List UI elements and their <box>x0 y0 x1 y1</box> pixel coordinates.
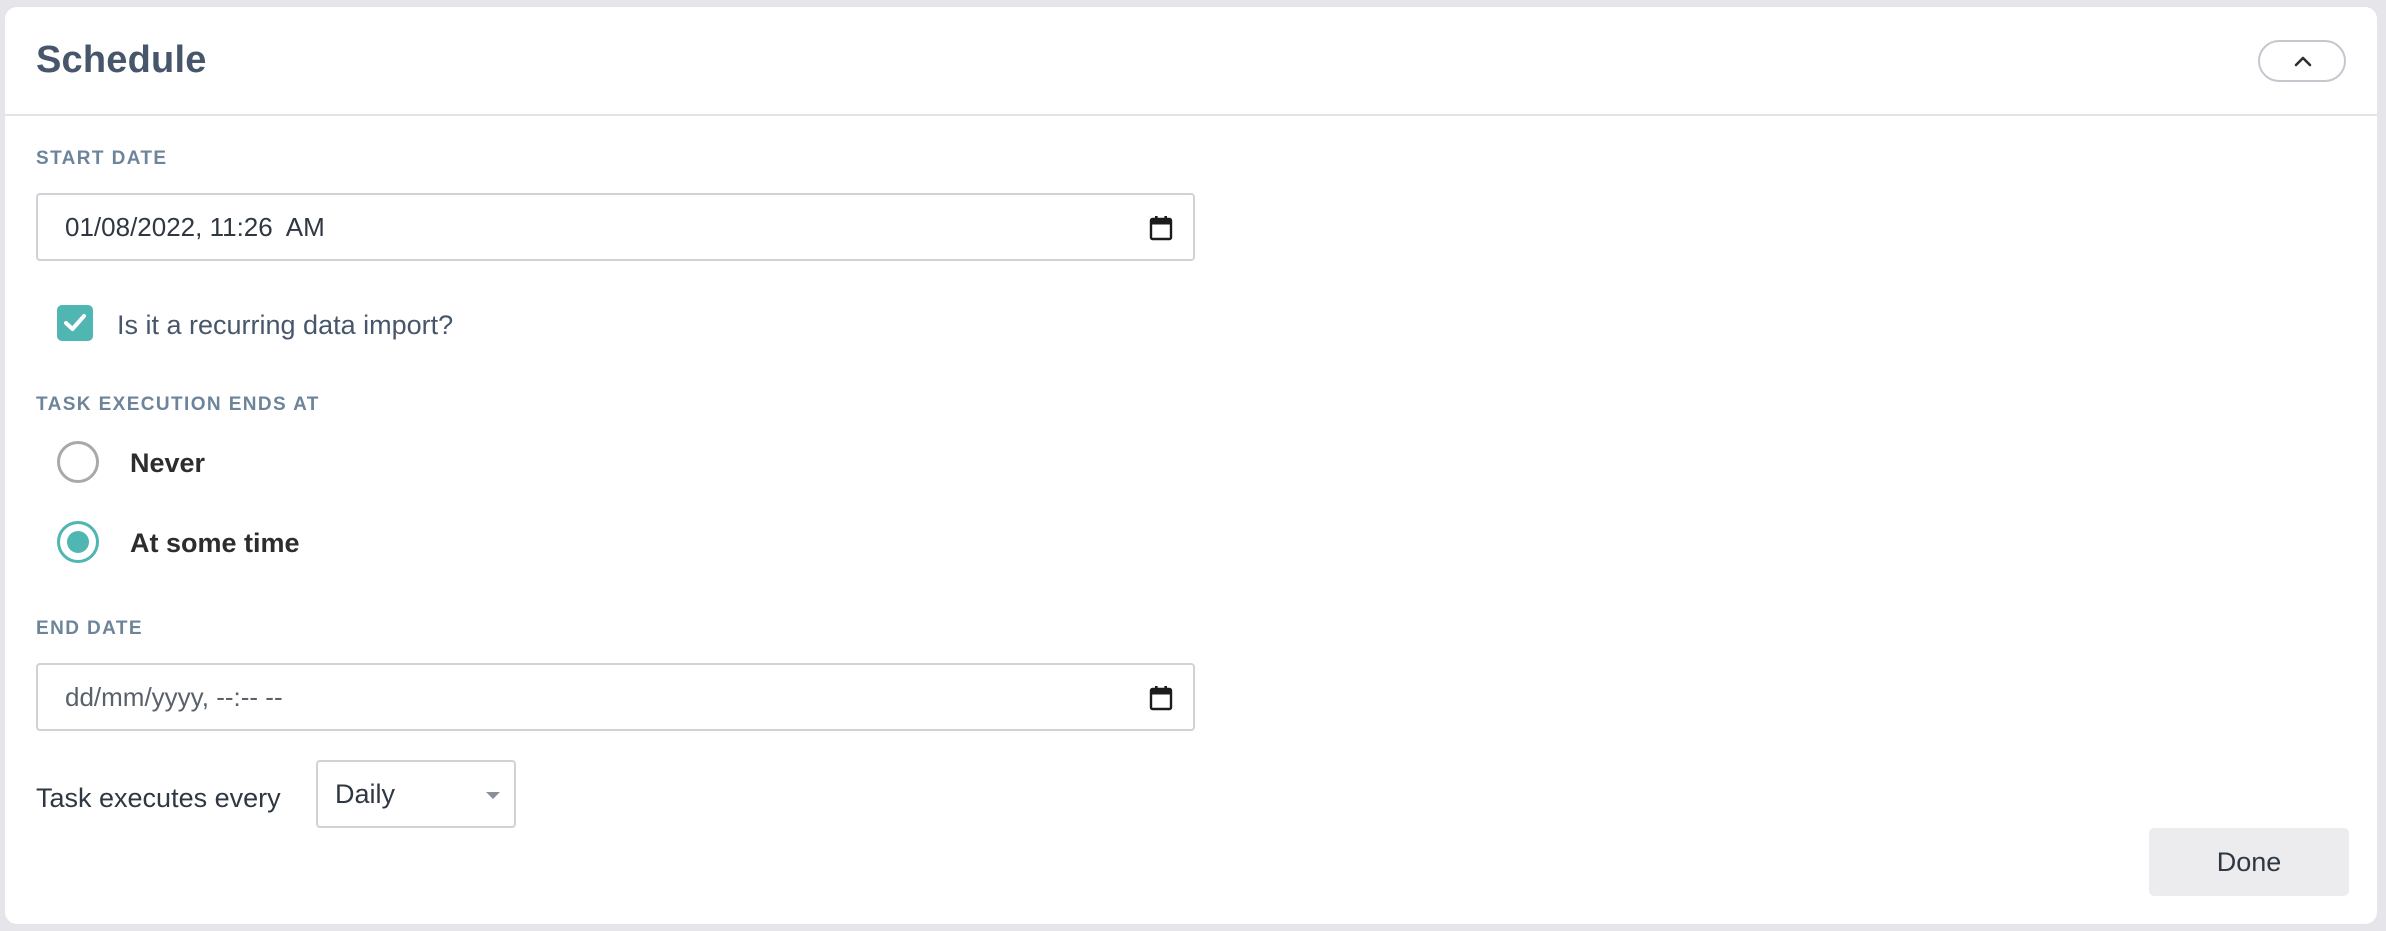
collapse-button[interactable] <box>2258 40 2346 82</box>
frequency-label: Task executes every <box>36 783 281 813</box>
caret-down-icon <box>486 792 500 799</box>
panel-title: Schedule <box>36 39 207 81</box>
never-radio-label: Never <box>130 448 206 478</box>
task-end-label: TASK EXECUTION ENDS AT <box>36 394 320 415</box>
end-date-input[interactable]: dd/mm/yyyy, --:-- -- <box>36 663 1195 731</box>
chevron-up-icon <box>2294 56 2312 67</box>
at-some-time-radio[interactable] <box>57 521 99 563</box>
calendar-icon[interactable] <box>1149 685 1173 711</box>
end-date-placeholder: dd/mm/yyyy, --:-- -- <box>65 682 283 712</box>
schedule-panel: Schedule START DATE 01/08/2022, 11:26 AM… <box>3 5 2379 926</box>
frequency-select[interactable]: Daily <box>316 760 516 828</box>
never-radio[interactable] <box>57 441 99 483</box>
done-button[interactable]: Done <box>2149 828 2349 896</box>
frequency-selected-value: Daily <box>335 779 396 809</box>
radio-selected-dot <box>67 531 89 553</box>
start-date-label: START DATE <box>36 148 168 169</box>
end-date-label: END DATE <box>36 618 143 639</box>
start-date-value: 01/08/2022, 11:26 AM <box>65 212 325 242</box>
checkmark-icon <box>64 314 86 331</box>
start-date-input[interactable]: 01/08/2022, 11:26 AM <box>36 193 1195 261</box>
recurring-checkbox[interactable] <box>57 305 93 341</box>
at-some-time-radio-label: At some time <box>130 528 300 558</box>
recurring-label: Is it a recurring data import? <box>117 310 454 340</box>
calendar-icon[interactable] <box>1149 215 1173 241</box>
panel-header: Schedule <box>5 7 2377 116</box>
